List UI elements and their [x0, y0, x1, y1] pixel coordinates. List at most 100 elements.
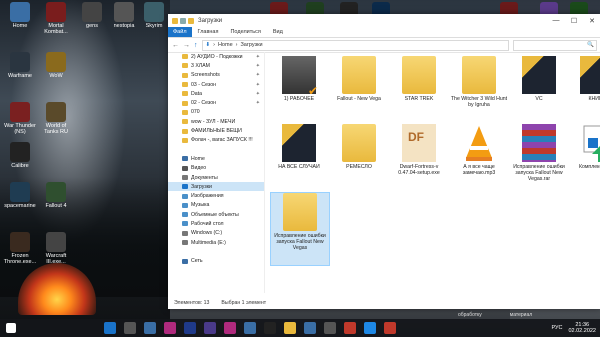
desktop-icon[interactable]: Fallout 4 [38, 182, 74, 209]
folder-icon [182, 193, 188, 199]
desktop-icon[interactable]: gens [74, 2, 110, 29]
folder-icon [522, 56, 556, 94]
desktop-icon[interactable]: Frozen Throne.exe... [2, 232, 38, 265]
taskbar-app-icon[interactable] [264, 322, 276, 334]
sidebar-item[interactable]: Объемные объекты [168, 210, 264, 219]
folder-icon [402, 56, 436, 94]
taskbar-app-icon[interactable] [224, 322, 236, 334]
file-item[interactable]: The Witcher 3 Wild Hunt by Igruha [450, 56, 508, 108]
sidebar-item-label: 03 - Сезон [191, 81, 216, 88]
forward-arrow-icon[interactable]: → [183, 42, 190, 49]
up-arrow-icon[interactable]: ↑ [194, 42, 198, 49]
file-item[interactable]: РЕМЕСЛО [330, 124, 388, 170]
sidebar-item[interactable]: Видео [168, 164, 264, 173]
app-icon [46, 52, 66, 72]
sidebar-item[interactable]: 3 ХЛАМ ✦ [168, 61, 264, 70]
app-icon [46, 2, 66, 22]
sidebar-item [168, 145, 264, 154]
taskbar-app-icon[interactable] [104, 322, 116, 334]
breadcrumb-home[interactable]: Home [218, 42, 233, 48]
taskbar-app-icon[interactable] [324, 322, 336, 334]
sidebar-item[interactable]: Data ✦ [168, 89, 264, 98]
taskbar-app-icon[interactable] [304, 322, 316, 334]
sidebar-item[interactable]: 02 - Сезон ✦ [168, 98, 264, 107]
desktop-icon[interactable]: Home [2, 2, 38, 29]
sidebar-item[interactable]: Home [168, 154, 264, 163]
folder-icon[interactable] [172, 17, 178, 24]
taskbar-app-icon[interactable] [344, 322, 356, 334]
minimize-button[interactable]: — [547, 17, 565, 25]
taskbar-app-icon[interactable] [164, 322, 176, 334]
file-item[interactable]: Fallout - New Vega [330, 56, 388, 102]
desktop-icon[interactable]: World of Tanks RU [38, 102, 74, 135]
file-item[interactable]: КНИГИ [568, 56, 600, 102]
desktop-icon[interactable]: Warframe [2, 52, 38, 79]
sidebar-item[interactable]: Загрузки [168, 182, 264, 192]
desktop-icon[interactable]: spacemarine [2, 182, 38, 209]
sidebar-item[interactable]: Рабочий стол [168, 219, 264, 228]
folder-icon [462, 56, 496, 94]
app-icon [46, 182, 66, 202]
desktop-icon-label: gens [86, 23, 98, 29]
sidebar-item[interactable]: Изображения [168, 191, 264, 200]
address-bar[interactable]: ⬇ › Home › Загрузки [201, 39, 509, 51]
taskbar-app-icon[interactable] [284, 322, 296, 334]
folder-icon [182, 202, 188, 208]
file-item[interactable]: А я все чаще замечаю.mp3 [450, 124, 508, 176]
file-item[interactable]: Исправление ошибки запуска Fallout New V… [270, 192, 330, 266]
maximize-button[interactable]: ☐ [565, 17, 583, 25]
sidebar-item-label: 070 [191, 109, 200, 116]
file-item[interactable]: DF Dwarf-Fortress-v 0.47.04-setup.exe [390, 124, 448, 176]
file-item[interactable]: VC [510, 56, 568, 102]
back-arrow-icon[interactable]: ← [172, 42, 179, 49]
file-item[interactable]: ✔ 1) РАБОЧЕЕ [270, 56, 328, 102]
new-folder-icon[interactable] [188, 17, 194, 24]
tab-share[interactable]: Поделиться [224, 29, 266, 35]
folder-icon [182, 212, 188, 218]
sidebar-item[interactable]: 070 [168, 108, 264, 117]
sidebar-item[interactable]: Музыка [168, 201, 264, 210]
sidebar-item[interactable]: wow - ЗУЛ - МЕЧИ [168, 117, 264, 126]
file-item[interactable]: Исправление ошибки запуска Fallout New V… [510, 124, 568, 182]
desktop-icon[interactable]: Warcraft III.exe... [38, 232, 74, 265]
sidebar-item[interactable]: Документы [168, 173, 264, 182]
desktop-icon[interactable]: Skyrim [136, 2, 172, 29]
sidebar-item[interactable]: 2) АУДИО - Подкожки ✦ [168, 52, 264, 61]
lang-indicator[interactable]: РУС [551, 325, 562, 331]
sidebar-item[interactable]: Multimedia (E:) [168, 238, 264, 247]
desktop-icon[interactable]: WoW [38, 52, 74, 79]
sidebar-item[interactable]: Фолач -, вагас ЗАПУСК !!! [168, 136, 264, 145]
file-item[interactable]: Комплекс DOC [568, 124, 600, 170]
start-icon[interactable] [6, 323, 16, 333]
tab-home[interactable]: Главная [192, 29, 225, 35]
close-button[interactable]: ✕ [583, 17, 600, 25]
taskbar-app-icon[interactable] [144, 322, 156, 334]
taskbar-app-icon[interactable] [204, 322, 216, 334]
sidebar-item[interactable]: Screenshots ✦ [168, 71, 264, 80]
file-item-label: The Witcher 3 Wild Hunt by Igruha [450, 96, 508, 108]
sidebar-item[interactable]: Windows (C:) [168, 229, 264, 238]
desktop-icon[interactable]: Calibre [2, 142, 38, 169]
file-item[interactable]: НА ВСЕ СЛУЧАИ [270, 124, 328, 170]
tab-view[interactable]: Вид [267, 29, 289, 35]
app-icon [10, 52, 30, 72]
desktop-icon[interactable]: War Thunder (NS) [2, 102, 38, 135]
tab-file[interactable]: Файл [168, 27, 192, 37]
folder-icon [182, 91, 188, 97]
sidebar-item[interactable]: ФАМИЛЬНЫЕ ВЕЩИ [168, 126, 264, 135]
taskbar-app-icon[interactable] [384, 322, 396, 334]
sidebar-item-label: Сеть [191, 258, 203, 265]
sidebar-item[interactable]: 03 - Сезон ✦ [168, 80, 264, 89]
taskbar-app-icon[interactable] [244, 322, 256, 334]
file-item[interactable]: STAR TREK [390, 56, 448, 102]
breadcrumb-downloads[interactable]: Загрузки [240, 42, 262, 48]
desktop-icon[interactable]: Mortal Kombat... [38, 2, 74, 35]
taskbar-app-icon[interactable] [184, 322, 196, 334]
clock[interactable]: 21:36 02.02.2022 [568, 322, 596, 334]
taskbar-app-icon[interactable] [364, 322, 376, 334]
search-input[interactable]: 🔍 [513, 39, 597, 51]
sidebar-item[interactable]: Сеть [168, 257, 264, 266]
file-item-label: STAR TREK [404, 96, 434, 102]
properties-icon[interactable] [180, 17, 186, 24]
taskbar-app-icon[interactable] [124, 322, 136, 334]
